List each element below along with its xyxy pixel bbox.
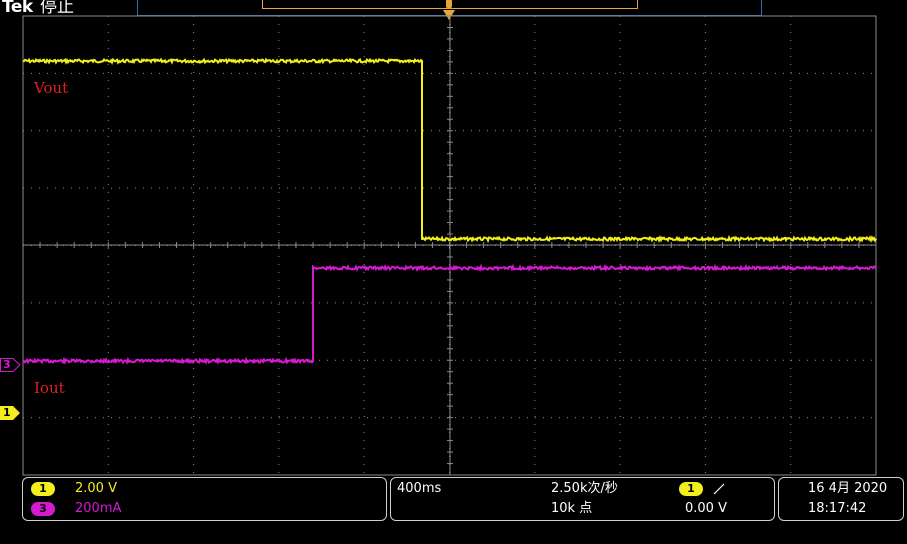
channel-scale-panel[interactable]: 1 2.00 V 3 200mA — [22, 477, 387, 521]
datetime-panel: 16 4月 2020 18:17:42 — [778, 477, 904, 521]
ch1-trace-label: Vout — [34, 79, 69, 97]
timebase: 400ms — [397, 481, 442, 496]
horizontal-trigger-panel[interactable]: 400ms 2.50k次/秒 10k 点 1 0.00 V — [390, 477, 775, 521]
ch3-marker-number: 3 — [3, 358, 11, 371]
ch1-ground-marker[interactable]: 1 — [0, 406, 20, 420]
ch3-scale: 200mA — [75, 501, 122, 516]
ch3-badge[interactable]: 3 — [31, 502, 55, 516]
waveform-display — [22, 15, 877, 476]
sample-rate: 2.50k次/秒 — [551, 481, 618, 496]
ch3-ground-marker[interactable]: 3 — [0, 358, 21, 372]
record-length: 10k 点 — [551, 501, 593, 516]
oscilloscope-screen: Tek 停止 Vout Iout 3 1 1 2.00 V 3 200mA 40… — [0, 0, 907, 544]
trigger-source-badge[interactable]: 1 — [679, 482, 703, 496]
ch1-badge[interactable]: 1 — [31, 482, 55, 496]
time: 18:17:42 — [808, 501, 867, 516]
ch3-trace-label: Iout — [34, 379, 65, 397]
ch1-marker-number: 1 — [3, 406, 11, 419]
trigger-level: 0.00 V — [685, 501, 727, 516]
ch1-scale: 2.00 V — [75, 481, 117, 496]
date: 16 4月 2020 — [808, 481, 888, 496]
rising-edge-icon — [713, 483, 725, 495]
graticule — [22, 15, 877, 476]
